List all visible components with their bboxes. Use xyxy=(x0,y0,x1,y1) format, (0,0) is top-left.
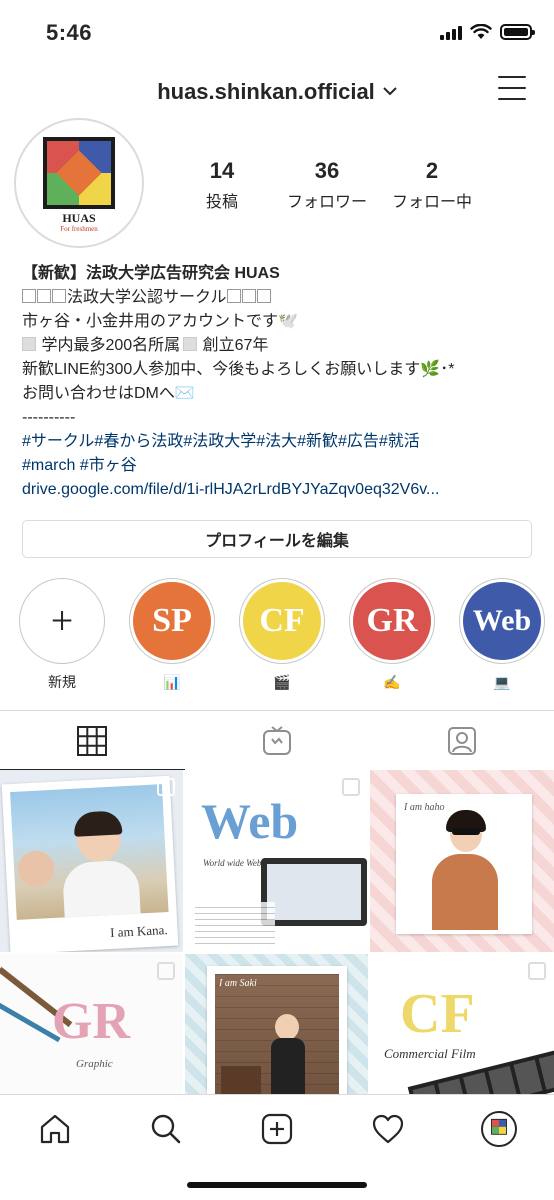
highlight-label: 🎬 xyxy=(273,673,291,690)
post-subtitle: World wide Web xyxy=(203,858,262,868)
hamburger-menu-icon[interactable] xyxy=(498,76,526,100)
add-post-icon xyxy=(261,1113,293,1145)
highlight-new[interactable]: + 新規 xyxy=(18,578,106,698)
bio-line: 学内最多200名所属 創立67年 xyxy=(22,334,542,358)
post-thumbnail[interactable]: CF Commercial Film xyxy=(370,954,554,1094)
highlight-ring: CF xyxy=(239,578,325,664)
stat-value: 2 xyxy=(425,158,439,183)
igtv-icon xyxy=(263,725,291,755)
bio-line: ---------- xyxy=(22,409,76,426)
posts-grid: I am Kana. Web World wide Web I am haho … xyxy=(0,770,554,1094)
stat-value: 14 xyxy=(209,158,235,183)
stat-label: 投稿 xyxy=(205,194,238,211)
bio-line: 法政大学公認サークル xyxy=(22,286,542,310)
tab-tagged[interactable] xyxy=(369,711,554,770)
nav-new-post[interactable] xyxy=(252,1109,302,1149)
post-caption: I am haho xyxy=(404,802,445,813)
profile-tabs xyxy=(0,710,554,770)
highlight-ring: + xyxy=(19,578,105,664)
post-caption: I am Saki xyxy=(219,978,257,989)
status-icons xyxy=(440,24,535,40)
tab-grid[interactable] xyxy=(0,711,185,770)
profile-bio: 【新歓】法政大学広告研究会 HUAS 法政大学公認サークル 市ヶ谷・小金井用のア… xyxy=(22,262,542,502)
heart-icon xyxy=(372,1114,403,1144)
highlight-sp[interactable]: SP 📊 xyxy=(128,578,216,698)
profile-stats: 14 投稿 36 フォロワー 2 フォロー中 xyxy=(172,158,482,212)
svg-text:For freshmen: For freshmen xyxy=(60,225,98,233)
post-caption: I am Kana. xyxy=(109,922,168,941)
highlight-label: 💻 xyxy=(493,673,511,690)
post-title: CF xyxy=(400,983,475,1045)
edit-profile-button[interactable]: プロフィールを編集 xyxy=(22,520,532,558)
highlight-label: 新規 xyxy=(48,674,76,690)
tab-igtv[interactable] xyxy=(185,711,370,770)
highlight-ring: Web xyxy=(459,578,545,664)
search-icon xyxy=(151,1114,181,1144)
tagged-user-icon xyxy=(447,726,476,755)
stat-followers[interactable]: 36 フォロワー xyxy=(277,158,377,212)
username: huas.shinkan.official xyxy=(157,79,375,104)
stat-label: フォロワー xyxy=(286,194,367,211)
bio-line: お問い合わせはDMへ✉️ xyxy=(22,385,195,402)
nav-search[interactable] xyxy=(141,1109,191,1149)
highlight-ring: SP xyxy=(129,578,215,664)
carousel-icon xyxy=(528,962,546,980)
home-icon xyxy=(41,1114,70,1144)
stat-following[interactable]: 2 フォロー中 xyxy=(382,158,482,212)
carousel-icon xyxy=(157,962,175,980)
nav-home[interactable] xyxy=(30,1109,80,1149)
plus-icon: + xyxy=(23,582,101,660)
battery-icon xyxy=(500,24,535,40)
profile-header: huas.shinkan.official xyxy=(0,62,554,118)
highlight-cover: SP xyxy=(133,582,211,660)
highlight-ring: GR xyxy=(349,578,435,664)
post-thumbnail[interactable]: Web World wide Web xyxy=(185,770,368,952)
highlight-cover: GR xyxy=(353,582,431,660)
hashtag-links[interactable]: #サークル#春から法政#法政大学#法大#新歓#広告#就活 xyxy=(22,430,542,454)
highlight-label: ✍️ xyxy=(383,673,401,690)
post-thumbnail[interactable]: I am Saki xyxy=(185,954,368,1094)
highlight-web[interactable]: Web 💻 xyxy=(458,578,546,698)
highlight-cover: CF xyxy=(243,582,321,660)
post-subtitle: Commercial Film xyxy=(384,1046,476,1061)
stat-label: フォロー中 xyxy=(391,194,472,211)
post-title: Web xyxy=(201,793,299,849)
avatar: HUAS For freshmen xyxy=(20,124,138,242)
stat-posts[interactable]: 14 投稿 xyxy=(172,158,272,212)
profile-avatar-small xyxy=(480,1111,517,1147)
bio-line: 新歓LINE約300人参加中、今後もよろしくお願いします🌿･* xyxy=(22,361,455,378)
highlight-cf[interactable]: CF 🎬 xyxy=(238,578,326,698)
hashtag-links[interactable]: #march #市ヶ谷 xyxy=(22,454,542,478)
highlight-gr[interactable]: GR ✍️ xyxy=(348,578,436,698)
profile-avatar[interactable]: HUAS For freshmen xyxy=(14,118,144,248)
svg-text:HUAS: HUAS xyxy=(62,211,96,225)
story-highlights: + 新規 SP 📊 CF 🎬 GR ✍️ Web 💻 xyxy=(18,578,554,698)
signal-icon xyxy=(440,24,462,40)
highlight-label: 📊 xyxy=(163,673,181,690)
highlight-cover: Web xyxy=(463,582,541,660)
bio-line: 市ヶ谷・小金井用のアカウントです🕊️ xyxy=(22,313,298,330)
post-thumbnail[interactable]: I am Kana. xyxy=(0,770,183,952)
website-link[interactable]: drive.google.com/file/d/1i-rlHJA2rLrdBYJ… xyxy=(22,478,542,502)
carousel-icon xyxy=(157,778,175,796)
nav-profile[interactable] xyxy=(474,1109,524,1149)
account-switcher[interactable]: huas.shinkan.official xyxy=(0,76,554,105)
post-subtitle: Graphic xyxy=(76,1058,113,1070)
stat-value: 36 xyxy=(314,158,340,183)
status-bar: 5:46 xyxy=(0,0,554,62)
carousel-icon xyxy=(342,778,360,796)
bottom-navigation xyxy=(0,1094,554,1200)
nav-activity[interactable] xyxy=(363,1109,413,1149)
chevron-down-icon xyxy=(383,76,397,102)
home-indicator xyxy=(187,1182,367,1188)
post-thumbnail[interactable]: I am haho xyxy=(370,770,554,952)
profile-name: 【新歓】法政大学広告研究会 HUAS xyxy=(22,265,280,282)
post-thumbnail[interactable]: GR Graphic xyxy=(0,954,183,1094)
grid-icon xyxy=(77,725,108,756)
post-title: GR xyxy=(52,993,130,1050)
wifi-icon xyxy=(470,24,492,39)
status-time: 5:46 xyxy=(46,20,93,45)
huas-logo: HUAS For freshmen xyxy=(43,137,115,233)
